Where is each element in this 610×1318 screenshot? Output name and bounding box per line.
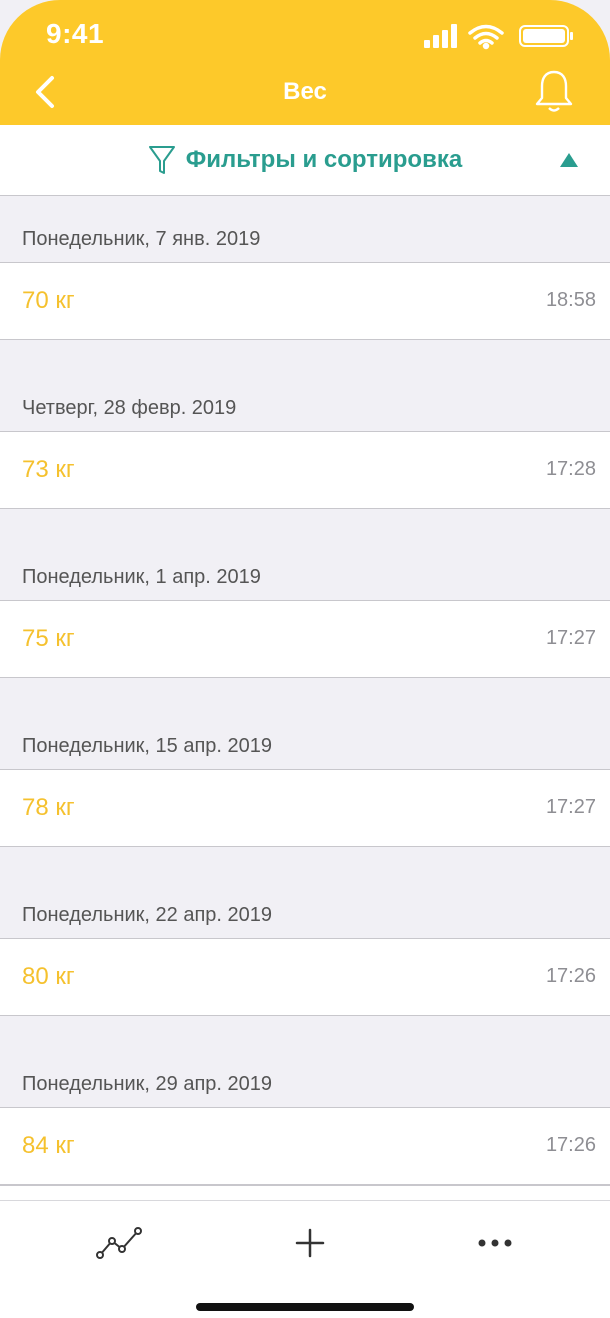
ellipsis-icon (478, 1239, 512, 1247)
weight-value: 84 кг (22, 1132, 75, 1159)
line-chart-icon (96, 1227, 142, 1259)
list-item[interactable]: 84 кг 17:26 (0, 1107, 610, 1185)
list-item[interactable]: 75 кг 17:27 (0, 600, 610, 678)
list-section: Понедельник, 15 апр. 2019 78 кг 17:27 (0, 703, 610, 872)
entry-time: 18:58 (545, 289, 596, 311)
list-section: Понедельник, 22 апр. 2019 80 кг 17:26 (0, 872, 610, 1041)
screen: 9:41 Вес Фильтры и сортировка Понедельни… (0, 0, 610, 1318)
status-icons (424, 24, 573, 50)
section-date: Четверг, 28 февр. 2019 (22, 397, 237, 419)
filter-bar[interactable]: Фильтры и сортировка (0, 125, 610, 196)
list-section: Четверг, 28 февр. 2019 73 кг 17:28 (0, 365, 610, 534)
section-date: Понедельник, 29 апр. 2019 (22, 1073, 273, 1095)
section-date: Понедельник, 7 янв. 2019 (22, 228, 261, 250)
section-date: Понедельник, 15 апр. 2019 (22, 735, 273, 757)
filter-toggle[interactable]: Фильтры и сортировка (0, 143, 610, 177)
signal-icon (424, 24, 457, 48)
section-date: Понедельник, 22 апр. 2019 (22, 904, 273, 926)
list-item[interactable]: 73 кг 17:28 (0, 431, 610, 509)
weight-value: 70 кг (22, 287, 75, 314)
weight-value: 75 кг (22, 625, 75, 652)
weight-list: Понедельник, 7 янв. 2019 70 кг 18:58 Чет… (0, 196, 610, 1210)
home-indicator[interactable] (196, 1303, 414, 1311)
triangle-up-icon[interactable] (558, 151, 580, 169)
funnel-icon (148, 146, 175, 174)
entry-time: 17:26 (545, 965, 596, 987)
nav-header: 9:41 Вес (0, 0, 610, 125)
weight-value: 80 кг (22, 963, 75, 990)
plus-icon (295, 1228, 325, 1258)
battery-icon (519, 25, 573, 47)
section-date: Понедельник, 1 апр. 2019 (22, 566, 261, 588)
chart-button[interactable] (90, 1223, 150, 1263)
entry-time: 17:27 (545, 627, 596, 649)
list-item[interactable]: 70 кг 18:58 (0, 262, 610, 340)
filter-label: Фильтры и сортировка (185, 146, 463, 173)
add-button[interactable] (280, 1223, 340, 1263)
weight-value: 78 кг (22, 794, 75, 821)
notifications-button[interactable] (534, 68, 574, 114)
list-item[interactable]: 80 кг 17:26 (0, 938, 610, 1016)
list-section: Понедельник, 1 апр. 2019 75 кг 17:27 (0, 534, 610, 703)
more-button[interactable] (465, 1223, 525, 1263)
list-item[interactable]: 78 кг 17:27 (0, 769, 610, 847)
bell-icon (535, 70, 573, 112)
entry-time: 17:26 (545, 1134, 596, 1156)
weight-value: 73 кг (22, 456, 75, 483)
entry-time: 17:27 (545, 796, 596, 818)
status-time: 9:41 (46, 18, 105, 49)
wifi-icon (468, 24, 504, 50)
bottom-toolbar (0, 1200, 610, 1318)
list-section: Понедельник, 7 янв. 2019 70 кг 18:58 (0, 196, 610, 365)
entry-time: 17:28 (545, 458, 596, 480)
page-title: Вес (283, 78, 327, 105)
